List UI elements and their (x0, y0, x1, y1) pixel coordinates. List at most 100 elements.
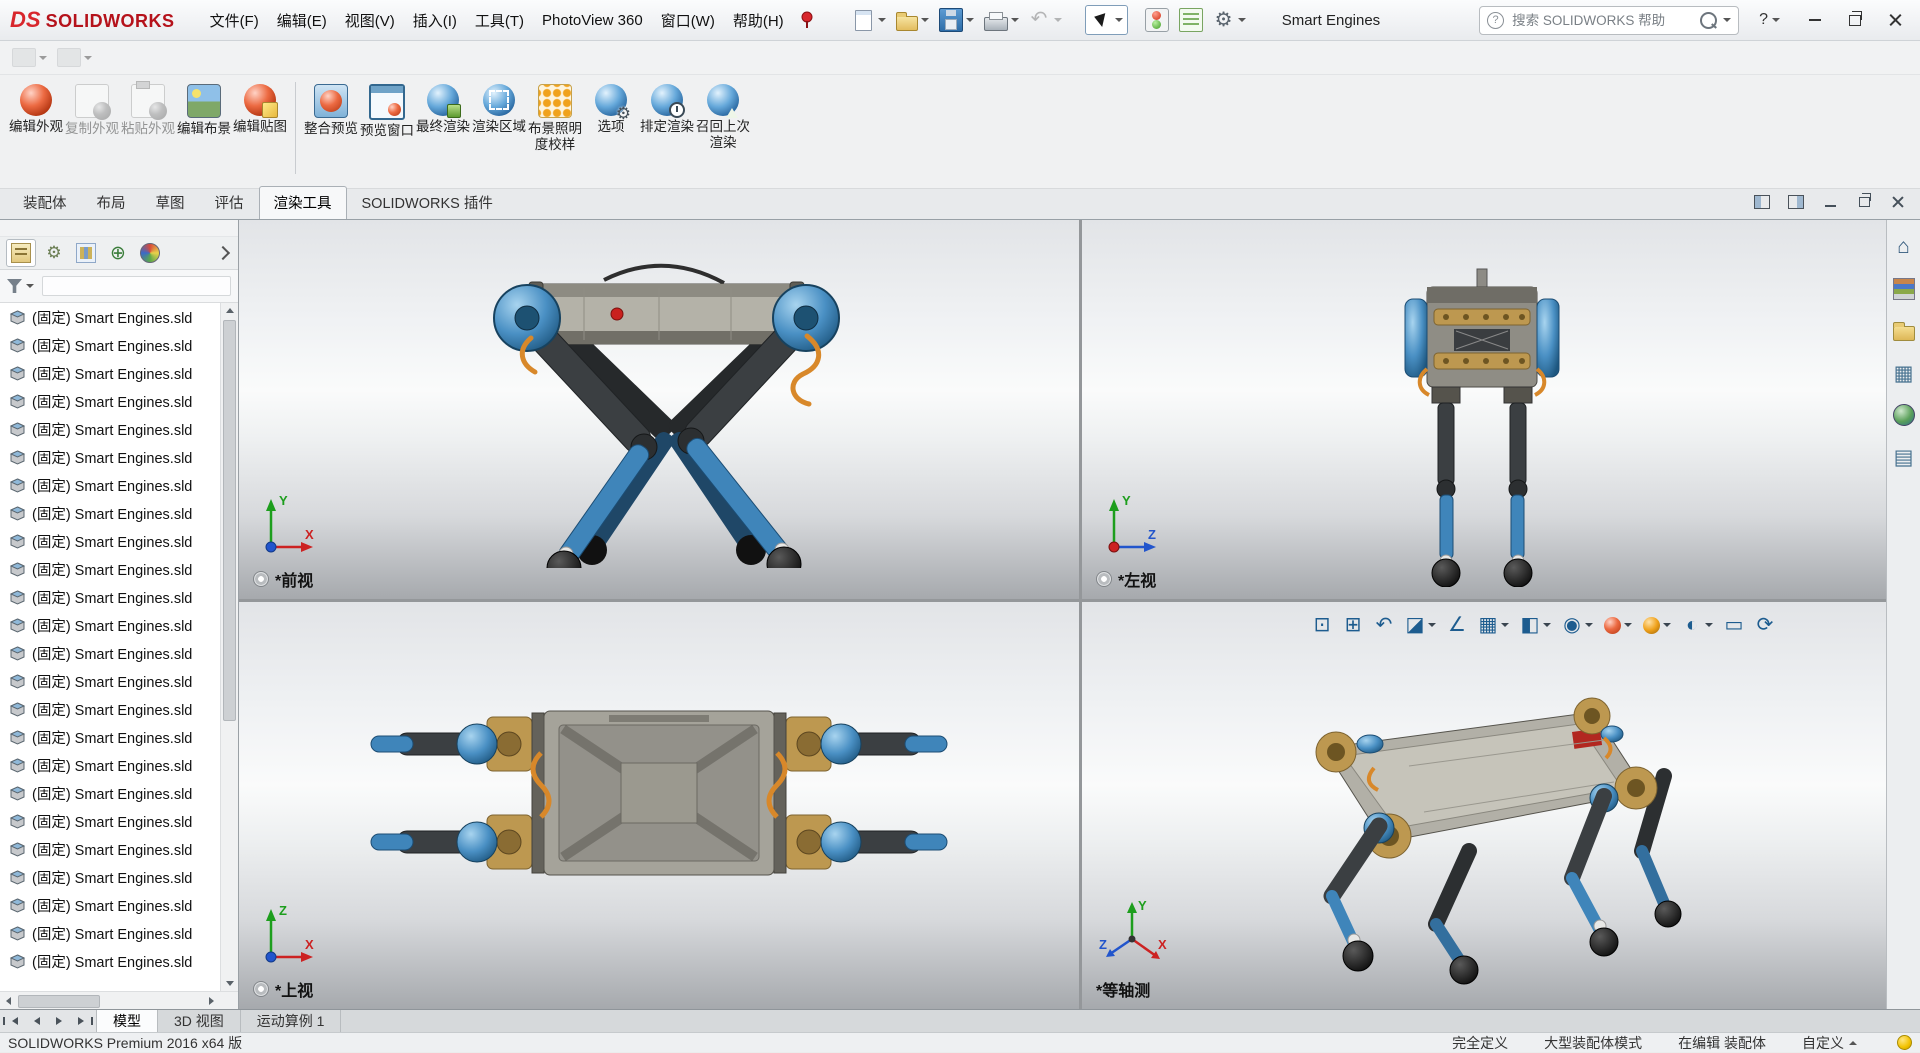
paste-appearance[interactable]: 粘贴外观 (120, 80, 176, 141)
dropdown-caret-icon[interactable] (1115, 18, 1123, 22)
viewport-close-icon[interactable] (1888, 192, 1908, 212)
new-document[interactable] (847, 5, 891, 36)
dimxpertmanager-icon[interactable] (104, 240, 132, 266)
featuremanager-tree-icon[interactable] (6, 239, 36, 267)
tree-item[interactable]: (固定) Smart Engines.sld (0, 443, 220, 471)
command-tab[interactable]: 渲染工具 (259, 186, 347, 219)
scroll-up-icon[interactable] (221, 303, 238, 318)
pin-menu-icon[interactable] (799, 11, 815, 29)
undo[interactable] (1024, 5, 1067, 35)
tree-item[interactable]: (固定) Smart Engines.sld (0, 863, 220, 891)
file-explorer[interactable] (1891, 318, 1917, 344)
displaymanager-icon[interactable] (136, 240, 164, 266)
filter-icon[interactable] (7, 279, 22, 293)
tree-item[interactable]: (固定) Smart Engines.sld (0, 835, 220, 863)
menu-item[interactable]: 编辑(E) (268, 4, 336, 37)
filter-field[interactable] (42, 276, 231, 296)
edit-appearance[interactable]: 编辑外观 (8, 80, 64, 141)
tree-item[interactable]: (固定) Smart Engines.sld (0, 695, 220, 723)
view-palette[interactable] (1891, 360, 1917, 386)
tree-vertical-scrollbar[interactable] (220, 303, 238, 991)
propertymanager-icon[interactable] (40, 240, 68, 266)
filter-caret-icon[interactable] (26, 284, 34, 288)
command-tab[interactable]: 布局 (82, 186, 141, 219)
search-input[interactable] (1510, 12, 1694, 29)
dropdown-caret-icon[interactable] (921, 18, 929, 22)
design-library[interactable] (1891, 276, 1917, 302)
tree-item[interactable]: (固定) Smart Engines.sld (0, 947, 220, 975)
tree-item[interactable]: (固定) Smart Engines.sld (0, 919, 220, 947)
appearances-scenes[interactable] (1891, 402, 1917, 428)
scroll-left-icon[interactable] (0, 993, 17, 1008)
integrated-preview[interactable]: 整合预览 (303, 80, 359, 156)
view-indicator-icon[interactable] (253, 981, 269, 997)
tree-item[interactable]: (固定) Smart Engines.sld (0, 891, 220, 919)
menu-item[interactable]: 插入(I) (404, 4, 466, 37)
search-icon[interactable] (1700, 12, 1717, 29)
search-box[interactable] (1479, 6, 1739, 35)
viewport-minimize-icon[interactable] (1820, 192, 1840, 212)
viewport-restore-icon[interactable] (1854, 192, 1874, 212)
dropdown-caret-icon[interactable] (1011, 18, 1019, 22)
tree-item[interactable]: (固定) Smart Engines.sld (0, 331, 220, 359)
tree-horizontal-scrollbar[interactable] (0, 991, 238, 1009)
scrollbar-thumb[interactable] (18, 995, 100, 1008)
open-document[interactable] (891, 6, 934, 35)
configurationmanager-icon[interactable] (72, 240, 100, 266)
tree-item[interactable]: (固定) Smart Engines.sld (0, 611, 220, 639)
dropdown-caret-icon[interactable] (966, 18, 974, 22)
tree-item[interactable]: (固定) Smart Engines.sld (0, 807, 220, 835)
tree-item[interactable]: (固定) Smart Engines.sld (0, 499, 220, 527)
file-properties[interactable] (1174, 4, 1208, 36)
document-tab[interactable]: 运动算例 1 (241, 1010, 342, 1032)
prev-tab-icon[interactable] (27, 1013, 47, 1029)
window-restore-icon[interactable] (1840, 6, 1870, 34)
print-document[interactable] (979, 6, 1024, 35)
expand-panel-icon[interactable] (216, 246, 230, 260)
window-close-icon[interactable] (1880, 6, 1910, 34)
menu-item[interactable]: PhotoView 360 (533, 6, 652, 35)
schedule-render[interactable]: 排定渲染 (639, 80, 695, 156)
solidworks-resources[interactable] (1891, 234, 1917, 260)
copy-appearance[interactable]: 复制外观 (64, 80, 120, 141)
tree-item[interactable]: (固定) Smart Engines.sld (0, 583, 220, 611)
dropdown-caret-icon[interactable] (878, 18, 886, 22)
tree-item[interactable]: (固定) Smart Engines.sld (0, 723, 220, 751)
edit-scene[interactable]: 编辑布景 (176, 80, 232, 141)
quick-tip-icon[interactable] (1897, 1035, 1912, 1050)
tree-item[interactable]: (固定) Smart Engines.sld (0, 303, 220, 331)
final-render[interactable]: 最终渲染 (415, 80, 471, 156)
preview-window[interactable]: 预览窗口 (359, 80, 415, 156)
tree-item[interactable]: (固定) Smart Engines.sld (0, 359, 220, 387)
toolbar-flyout-icon[interactable] (57, 48, 92, 67)
tree-item[interactable]: (固定) Smart Engines.sld (0, 779, 220, 807)
status-large-assembly-mode[interactable]: 大型装配体模式 (1544, 1033, 1642, 1053)
tile-pane-left-icon[interactable] (1752, 192, 1772, 212)
options-gear[interactable] (1208, 5, 1251, 35)
viewport-front[interactable]: Y X *前视 (239, 220, 1079, 599)
photoview-options[interactable]: 选项 (583, 80, 639, 156)
command-tab[interactable]: 草图 (141, 186, 200, 219)
tree-item[interactable]: (固定) Smart Engines.sld (0, 667, 220, 695)
help-menu[interactable]: ? (1755, 11, 1784, 29)
select-tool[interactable] (1085, 5, 1128, 35)
viewport-left[interactable]: Y Z *左视 (1082, 220, 1886, 599)
dropdown-caret-icon[interactable] (1054, 18, 1062, 22)
dropdown-caret-icon[interactable] (1238, 18, 1246, 22)
search-scope-caret-icon[interactable] (1723, 18, 1731, 22)
document-tab[interactable]: 3D 视图 (158, 1010, 241, 1032)
tree-item[interactable]: (固定) Smart Engines.sld (0, 471, 220, 499)
first-tab-icon[interactable] (5, 1013, 25, 1029)
view-indicator-icon[interactable] (1096, 571, 1112, 587)
save-document[interactable] (934, 4, 979, 36)
command-tab[interactable]: SOLIDWORKS 插件 (347, 186, 508, 219)
edit-decal[interactable]: 编辑贴图 (232, 80, 288, 141)
menu-item[interactable]: 窗口(W) (652, 4, 724, 37)
tree-item[interactable]: (固定) Smart Engines.sld (0, 527, 220, 555)
tree-item[interactable]: (固定) Smart Engines.sld (0, 639, 220, 667)
render-region[interactable]: 渲染区域 (471, 80, 527, 156)
document-tab[interactable]: 模型 (97, 1010, 158, 1032)
last-tab-icon[interactable] (71, 1013, 91, 1029)
rebuild[interactable] (1140, 4, 1174, 36)
viewport-isometric[interactable]: Y X Z *等轴测 (1082, 602, 1886, 1009)
